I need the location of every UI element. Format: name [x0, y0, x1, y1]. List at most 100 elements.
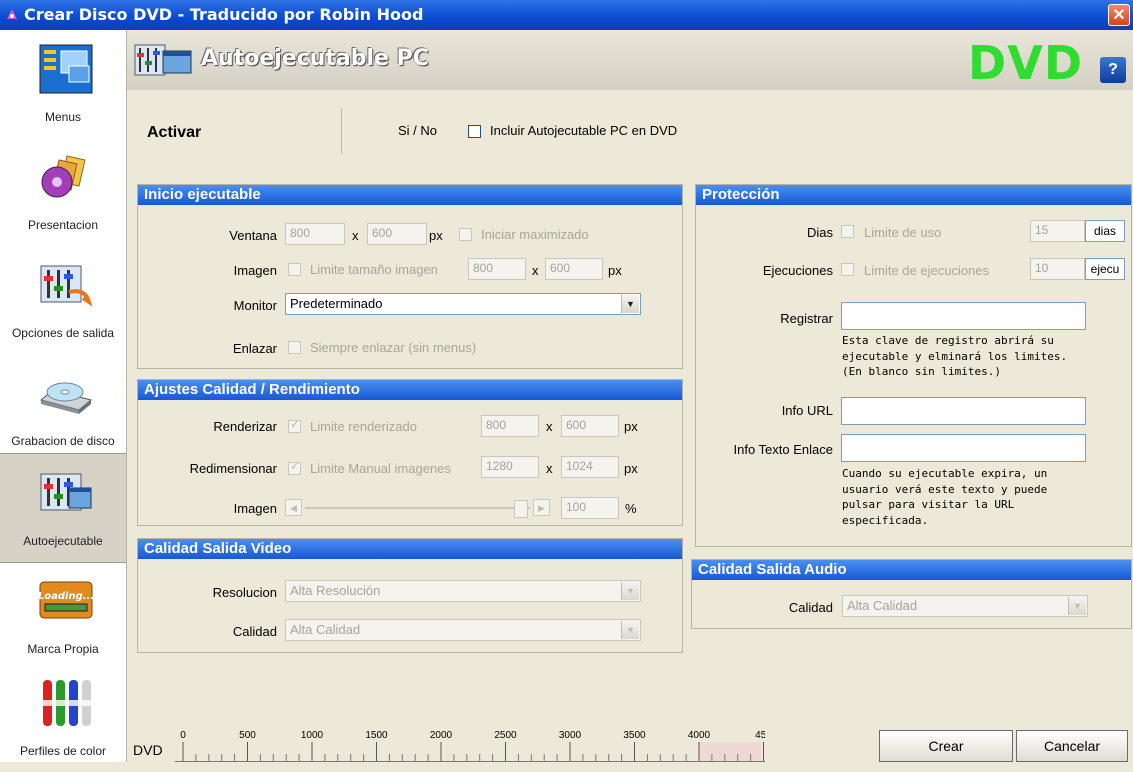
times-label: x — [532, 263, 539, 278]
slider-left-arrow[interactable]: ◀ — [285, 499, 302, 516]
imagen-label: Imagen — [233, 263, 277, 278]
sidebar-item-perfiles-color[interactable]: Perfiles de color — [0, 664, 126, 772]
registrar-note: Esta clave de registro abrirá su ejecuta… — [842, 333, 1067, 380]
info-url-input[interactable] — [841, 397, 1086, 425]
ejecuciones-label: Ejecuciones — [762, 263, 833, 278]
note-line: especificada. — [842, 513, 929, 527]
ejecuciones-input[interactable]: 10 — [1030, 258, 1085, 280]
menu-icon — [39, 44, 93, 94]
ruler-tick-label: 1500 — [365, 730, 388, 741]
sidebar-item-presentacion[interactable]: Presentacion — [0, 138, 126, 246]
slider-right-arrow[interactable]: ▶ — [533, 499, 550, 516]
limite-ejecuciones-label: Limite de ejecuciones — [864, 263, 990, 278]
help-button[interactable]: ? — [1100, 57, 1126, 83]
calidad-audio-value: Alta Calidad — [847, 598, 918, 613]
ventana-label: Ventana — [229, 228, 277, 243]
panel-title: Calidad Salida Audio — [692, 560, 1131, 580]
enlazar-checkbox[interactable] — [288, 341, 301, 354]
render-width-input[interactable]: 800 — [481, 415, 539, 437]
calidad-video-panel: Calidad Salida Video Resolucion Alta Res… — [137, 538, 683, 653]
percent-label: % — [625, 501, 637, 516]
resolucion-select[interactable]: Alta Resolución ▼ — [285, 580, 641, 602]
ruler-tick-label: 2500 — [494, 730, 517, 741]
imagen-quality-label: Imagen — [233, 501, 277, 516]
sidebar-item-autoejecutable[interactable]: Autoejecutable — [0, 453, 126, 563]
ruler-tick-label: 0 — [180, 730, 186, 741]
page-title: Autoejecutable PC — [201, 46, 429, 71]
times-label: x — [546, 461, 553, 476]
render-height-input[interactable]: 600 — [561, 415, 619, 437]
note-line: (En blanco sin limites.) — [842, 365, 1001, 378]
enlazar-text: Siempre enlazar (sin menus) — [310, 340, 477, 355]
ventana-height-input[interactable]: 600 — [367, 223, 427, 245]
info-texto-label: Info Texto Enlace — [733, 442, 834, 457]
autorun-icon — [40, 473, 92, 511]
ejecuciones-unit: ejecu — [1085, 258, 1125, 280]
iniciar-maximizado-checkbox[interactable] — [459, 228, 472, 241]
ruler-tick-label: 3000 — [559, 730, 582, 741]
image-quality-slider[interactable]: ◀ ▶ — [285, 497, 555, 519]
limite-manual-checkbox[interactable] — [288, 459, 301, 475]
info-url-label: Info URL — [781, 403, 833, 418]
imagen-width-input[interactable]: 800 — [468, 258, 526, 280]
resolucion-value: Alta Resolución — [290, 583, 381, 598]
ruler-over-capacity — [699, 742, 761, 762]
manual-height-input[interactable]: 1024 — [561, 456, 619, 478]
close-button[interactable]: ✕ — [1108, 4, 1130, 26]
note-line: ejecutable y elminará los limites. — [842, 349, 1068, 363]
include-autorun-checkbox[interactable] — [468, 125, 481, 138]
sidebar-item-label: Perfiles de color — [19, 744, 107, 758]
cancelar-button[interactable]: Cancelar — [1016, 730, 1128, 762]
ruler-tick-label: 1000 — [301, 730, 324, 741]
sidebar-item-opciones-salida[interactable]: Opciones de salida — [0, 246, 126, 354]
limite-render-checkbox[interactable] — [288, 417, 301, 433]
limite-tamano-label: Limite tamaño imagen — [310, 262, 438, 277]
sidebar-item-grabacion[interactable]: Grabacion de disco — [0, 354, 126, 462]
sidebar-item-marca-propia[interactable]: Loading... Marca Propia — [0, 562, 126, 670]
manual-width-input[interactable]: 1280 — [481, 456, 539, 478]
sidebar-item-label: Menus — [44, 110, 82, 124]
resolucion-label: Resolucion — [212, 585, 277, 600]
imagen-height-input[interactable]: 600 — [545, 258, 603, 280]
registrar-input[interactable] — [841, 302, 1086, 330]
renderizar-label: Renderizar — [213, 419, 277, 434]
dvd-capacity-label: DVD — [133, 742, 163, 758]
px-label: px — [608, 263, 622, 278]
limite-manual-label: Limite Manual imagenes — [310, 461, 451, 476]
info-texto-input[interactable] — [841, 434, 1086, 462]
dias-input[interactable]: 15 — [1030, 220, 1085, 242]
limite-tamano-checkbox[interactable] — [288, 263, 301, 276]
dias-label: Dias — [806, 225, 833, 240]
panel-title: Inicio ejecutable — [138, 185, 682, 205]
activar-label: Activar — [147, 124, 202, 141]
limite-ejecuciones-checkbox[interactable] — [841, 263, 854, 276]
sidebar-item-label: Autoejecutable — [23, 534, 103, 548]
capacity-ruler: 0 500 1000 1500 2000 2500 3000 3500 4000 450 — [175, 730, 765, 762]
panel-title: Calidad Salida Video — [138, 539, 682, 559]
redimensionar-label: Redimensionar — [189, 461, 277, 476]
calidad-video-select[interactable]: Alta Calidad ▼ — [285, 619, 641, 641]
sidebar-item-menus[interactable]: Menus — [0, 30, 126, 138]
footer-bar: DVD 05001000150020002500300035004000450 … — [127, 722, 1133, 762]
crear-button[interactable]: Crear — [879, 730, 1013, 762]
ruler-tick-label: 3500 — [623, 730, 646, 741]
include-autorun-label: Incluir Autojecutable PC en DVD — [490, 123, 678, 138]
title-bar: Crear Disco DVD - Traducido por Robin Ho… — [0, 0, 1133, 30]
limite-uso-checkbox[interactable] — [841, 225, 854, 238]
times-label: x — [546, 419, 553, 434]
slider-thumb[interactable] — [514, 500, 528, 518]
divider — [341, 108, 342, 154]
note-line: pulsar para visitar la URL — [842, 498, 1015, 511]
imagen-quality-input[interactable]: 100 — [561, 497, 619, 519]
iniciar-maximizado-label: Iniciar maximizado — [481, 227, 589, 242]
output-options-icon — [40, 265, 93, 307]
calidad-audio-select[interactable]: Alta Calidad ▼ — [842, 595, 1088, 617]
monitor-label: Monitor — [233, 298, 277, 313]
px-label: px — [624, 461, 638, 476]
autorun-header-icon — [134, 44, 192, 76]
ventana-width-input[interactable]: 800 — [285, 223, 345, 245]
monitor-select[interactable]: Predeterminado ▼ — [285, 293, 641, 315]
enlazar-label: Enlazar — [232, 341, 277, 356]
note-line: Cuando su ejecutable expira, un — [842, 467, 1048, 480]
monitor-value: Predeterminado — [290, 296, 383, 311]
